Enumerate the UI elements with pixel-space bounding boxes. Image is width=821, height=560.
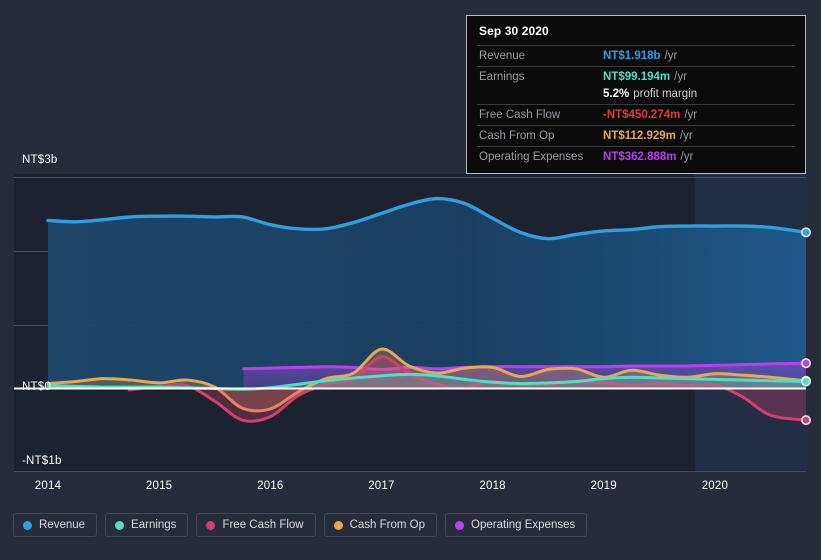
legend-item-operating-expenses[interactable]: Operating Expenses — [445, 513, 588, 537]
chart-legend: Revenue Earnings Free Cash Flow Cash From O… — [13, 513, 588, 537]
endpoint-dot-earnings — [800, 376, 811, 387]
tooltip-row-note: profit margin — [633, 88, 698, 100]
endpoint-dot-operating-expenses — [800, 358, 811, 369]
tooltip-row-label: Cash From Op — [479, 130, 555, 142]
tooltip-row-value: NT$362.888m — [603, 151, 677, 163]
y-axis-label-top: NT$3b — [22, 154, 58, 166]
tooltip-row-label: Operating Expenses — [479, 151, 584, 163]
data-tooltip: Sep 30 2020 Revenue NT$1.918b/yr Earnings N… — [466, 15, 806, 174]
tooltip-row-label: Free Cash Flow — [479, 109, 561, 121]
legend-item-free-cash-flow[interactable]: Free Cash Flow — [196, 513, 316, 537]
tooltip-row: Free Cash Flow -NT$450.274m/yr — [477, 104, 795, 125]
tooltip-row-unit: /yr — [674, 71, 687, 83]
tooltip-row: Cash From Op NT$112.929m/yr — [477, 125, 795, 146]
legend-item-label: Earnings — [131, 519, 177, 531]
tooltip-row: Revenue NT$1.918b/yr — [477, 45, 795, 66]
y-axis-label-zero: NT$0 — [22, 381, 51, 393]
x-axis-tick-2015: 2015 — [145, 480, 173, 492]
tooltip-row-value: NT$1.918b — [603, 50, 661, 62]
x-axis-tick-2014: 2014 — [34, 480, 62, 492]
legend-item-label: Free Cash Flow — [222, 519, 304, 531]
legend-color-dot-icon — [455, 520, 465, 530]
legend-item-label: Cash From Op — [349, 519, 426, 531]
tooltip-row-unit: /yr — [680, 151, 694, 163]
legend-item-cash-from-op[interactable]: Cash From Op — [323, 513, 438, 537]
legend-item-label: Revenue — [39, 519, 86, 531]
tooltip-row-label: Earnings — [479, 71, 525, 83]
x-axis-tick-2020: 2020 — [701, 480, 729, 492]
tooltip-rows: Revenue NT$1.918b/yr Earnings NT$99.194m/yr… — [477, 45, 795, 167]
legend-item-earnings[interactable]: Earnings — [105, 513, 189, 537]
tooltip-row-value: NT$112.929m — [603, 130, 676, 142]
legend-item-revenue[interactable]: Revenue — [13, 513, 98, 537]
tooltip-row: Operating Expenses NT$362.888m/yr — [477, 146, 795, 167]
x-axis-tick-2017: 2017 — [368, 480, 395, 492]
legend-color-dot-icon — [206, 520, 216, 530]
legend-color-dot-icon — [115, 520, 125, 530]
legend-color-dot-icon — [333, 520, 343, 530]
y-axis-label-bottom: -NT$1b — [22, 455, 62, 467]
tooltip-row-unit: /yr — [664, 50, 678, 62]
tooltip-row-value: -NT$450.274m — [603, 109, 681, 121]
x-axis-tick-2018: 2018 — [479, 480, 506, 492]
x-axis-tick-2019: 2019 — [590, 480, 617, 492]
x-axis-tick-2016: 2016 — [257, 480, 284, 492]
tooltip-row: 5.2% profit margin — [477, 87, 795, 104]
tooltip-row-unit: /yr — [679, 130, 693, 142]
tooltip-row-label: Revenue — [479, 50, 526, 62]
financial-chart-panel: NT$3b NT$0 -NT$1b 2014 2015 2016 2017 2018 20… — [0, 0, 821, 560]
legend-item-label: Operating Expenses — [471, 519, 576, 531]
tooltip-date: Sep 30 2020 — [479, 24, 549, 38]
endpoint-dot-revenue — [800, 227, 811, 238]
tooltip-row: Earnings NT$99.194m/yr — [477, 66, 795, 87]
endpoint-dot-free-cash-flow — [800, 415, 811, 426]
tooltip-row-value: NT$99.194m — [603, 71, 671, 83]
tooltip-row-value: 5.2% — [603, 88, 630, 100]
tooltip-row-unit: /yr — [684, 109, 698, 121]
legend-color-dot-icon — [23, 520, 32, 530]
